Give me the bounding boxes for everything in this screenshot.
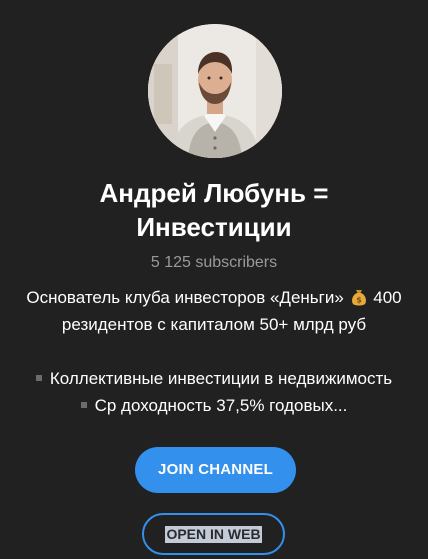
description-line-1-text: Основатель клуба инвесторов «Деньги» [26, 288, 344, 307]
description-line-1: Основатель клуба инвесторов «Деньги» $ 4… [0, 284, 428, 311]
subscriber-count: 5 125 subscribers [150, 254, 278, 271]
channel-title-line-2: Инвестиции [136, 212, 292, 242]
channel-avatar [148, 24, 282, 158]
svg-text:$: $ [356, 295, 362, 304]
channel-title-line-1: Андрей Любунь = [99, 178, 329, 208]
join-channel-button[interactable]: JOIN CHANNEL [135, 447, 296, 493]
bullet-square-icon [80, 401, 87, 408]
avatar-portrait-image [148, 24, 282, 158]
channel-description: Основатель клуба инвесторов «Деньги» $ 4… [0, 284, 428, 419]
money-bag-icon: $ [349, 287, 369, 307]
description-bullet-1-text: Коллективные инвестиции в недвижимость [49, 369, 393, 388]
description-line-2: резидентов с капиталом 50+ млрд руб [61, 315, 367, 334]
description-line-1-count: 400 [373, 288, 402, 307]
bullet-square-icon [35, 374, 42, 381]
open-in-web-label: OPEN IN WEB [165, 526, 262, 543]
open-in-web-button[interactable]: OPEN IN WEB [142, 513, 285, 555]
channel-title: Андрей Любунь = Инвестиции [0, 176, 428, 244]
description-bullet-1: Коллективные инвестиции в недвижимость [0, 365, 428, 392]
description-bullet-2-text: Ср доходность 37,5% годовых... [94, 396, 348, 415]
channel-preview-page: Андрей Любунь = Инвестиции 5 125 subscri… [0, 0, 428, 559]
description-bullet-2: Ср доходность 37,5% годовых... [0, 392, 428, 419]
description-blank-line [0, 338, 428, 365]
